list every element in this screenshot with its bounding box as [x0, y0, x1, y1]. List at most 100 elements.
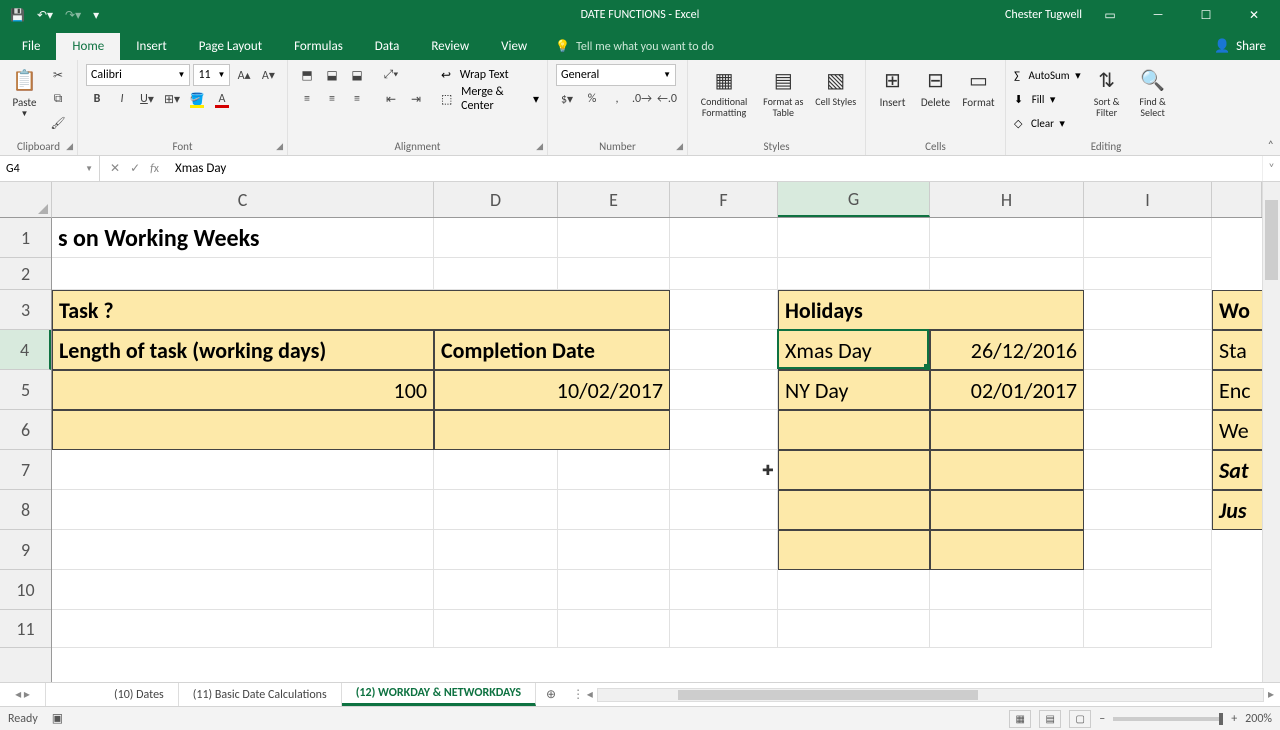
border-button[interactable]: ⊞▾ — [161, 88, 183, 110]
cell-I3[interactable] — [1084, 290, 1212, 330]
cell-F10[interactable] — [670, 570, 778, 610]
align-left-icon[interactable]: ≡ — [296, 88, 318, 110]
cell-J4[interactable]: Sta — [1212, 330, 1262, 370]
tab-data[interactable]: Data — [359, 33, 416, 60]
cell-H9[interactable] — [930, 530, 1084, 570]
cell-E11[interactable] — [558, 610, 670, 648]
row-header-1[interactable]: 1 — [0, 218, 51, 258]
horizontal-scrollbar[interactable]: ⋮ ◂ ▸ — [566, 683, 1280, 706]
merge-center-button[interactable]: ⬚ Merge & Center ▾ — [441, 88, 539, 110]
cell-C1[interactable]: s on Working Weeks — [52, 218, 558, 258]
cell-I2[interactable] — [1084, 258, 1212, 290]
cell-G3[interactable]: Holidays — [778, 290, 1084, 330]
number-launcher-icon[interactable]: ◢ — [676, 141, 683, 152]
cell-J5[interactable]: Enc — [1212, 370, 1262, 410]
col-header-E[interactable]: E — [558, 182, 670, 217]
cell-F6[interactable] — [670, 410, 778, 450]
cell-G10[interactable] — [778, 570, 930, 610]
cell-E8[interactable] — [558, 490, 670, 530]
cell-G7[interactable] — [778, 450, 930, 490]
cell-C10[interactable] — [52, 570, 434, 610]
format-cells-button[interactable]: ▭Format — [960, 64, 997, 109]
col-header-extra[interactable] — [1212, 182, 1262, 217]
cut-icon[interactable]: ✂ — [47, 64, 69, 86]
cell-D5[interactable]: 10/02/2017 — [434, 370, 670, 410]
col-header-I[interactable]: I — [1084, 182, 1212, 217]
vertical-scrollbar[interactable] — [1262, 182, 1280, 682]
cell-I1[interactable] — [1084, 218, 1212, 258]
cell-E7[interactable] — [558, 450, 670, 490]
increase-font-icon[interactable]: A▴ — [233, 64, 254, 86]
zoom-in-icon[interactable]: + — [1231, 712, 1237, 726]
conditional-formatting-button[interactable]: ▦Conditional Formatting — [696, 64, 752, 118]
cell-H4[interactable]: 26/12/2016 — [930, 330, 1084, 370]
qat-customize-icon[interactable]: ▾ — [93, 8, 99, 23]
cell-I6[interactable] — [1084, 410, 1212, 450]
sort-filter-button[interactable]: ⇅Sort & Filter — [1087, 64, 1127, 134]
cell-C2[interactable] — [52, 258, 434, 290]
cell-D8[interactable] — [434, 490, 558, 530]
align-bottom-icon[interactable]: ⬓ — [346, 64, 368, 86]
fill-color-button[interactable]: 🪣 — [186, 88, 208, 110]
alignment-launcher-icon[interactable]: ◢ — [536, 141, 543, 152]
cell-D2[interactable] — [434, 258, 558, 290]
cell-G1[interactable] — [778, 218, 930, 258]
col-header-F[interactable]: F — [670, 182, 778, 217]
zoom-level[interactable]: 200% — [1245, 712, 1272, 726]
tab-file[interactable]: File — [6, 33, 56, 60]
redo-icon[interactable]: ↷▾ — [65, 8, 81, 23]
insert-cells-button[interactable]: ⊞Insert — [874, 64, 911, 109]
align-center-icon[interactable]: ≡ — [321, 88, 343, 110]
decrease-font-icon[interactable]: A▾ — [258, 64, 279, 86]
close-icon[interactable]: ✕ — [1234, 0, 1274, 30]
row-header-7[interactable]: 7 — [0, 450, 51, 490]
collapse-ribbon-icon[interactable]: ˄ — [1268, 139, 1274, 153]
cell-I9[interactable] — [1084, 530, 1212, 570]
cell-H2[interactable] — [930, 258, 1084, 290]
row-header-3[interactable]: 3 — [0, 290, 51, 330]
underline-button[interactable]: U▾ — [136, 88, 158, 110]
share-button[interactable]: 👤 Share — [1200, 33, 1280, 60]
format-as-table-button[interactable]: ▤Format as Table — [758, 64, 808, 118]
cell-D7[interactable] — [434, 450, 558, 490]
tab-review[interactable]: Review — [415, 33, 485, 60]
row-header-4[interactable]: 4 — [0, 330, 51, 370]
cell-styles-button[interactable]: ▧Cell Styles — [814, 64, 857, 118]
cell-D9[interactable] — [434, 530, 558, 570]
cell-F3[interactable] — [670, 290, 778, 330]
cell-J6[interactable]: We — [1212, 410, 1262, 450]
cell-H6[interactable] — [930, 410, 1084, 450]
row-header-10[interactable]: 10 — [0, 570, 51, 610]
cell-D11[interactable] — [434, 610, 558, 648]
cell-I10[interactable] — [1084, 570, 1212, 610]
format-painter-icon[interactable]: 🖌 — [47, 112, 69, 134]
cancel-formula-icon[interactable]: ✕ — [110, 161, 120, 176]
undo-icon[interactable]: ↶▾ — [37, 8, 53, 23]
cell-F4[interactable] — [670, 330, 778, 370]
cell-E2[interactable] — [558, 258, 670, 290]
tab-view[interactable]: View — [485, 33, 543, 60]
cell-C11[interactable] — [52, 610, 434, 648]
hscroll-thumb[interactable] — [678, 690, 978, 700]
ribbon-options-icon[interactable]: ▭ — [1090, 0, 1130, 30]
tab-formulas[interactable]: Formulas — [278, 33, 359, 60]
autosum-button[interactable]: ∑ AutoSum ▾ — [1014, 64, 1081, 86]
clear-button[interactable]: ◇ Clear ▾ — [1014, 112, 1081, 134]
align-top-icon[interactable]: ⬒ — [296, 64, 318, 86]
fill-button[interactable]: ⬇ Fill ▾ — [1014, 88, 1081, 110]
new-sheet-icon[interactable]: ⊕ — [536, 683, 566, 706]
name-box[interactable]: G4▼ — [0, 156, 100, 181]
cell-I5[interactable] — [1084, 370, 1212, 410]
select-all-corner[interactable] — [0, 182, 52, 218]
italic-button[interactable]: I — [111, 88, 133, 110]
font-launcher-icon[interactable]: ◢ — [276, 141, 283, 152]
cell-F1[interactable] — [670, 218, 778, 258]
worksheet-grid[interactable]: CDEFGHI 1234567891011 s on Working Weeks… — [0, 182, 1280, 682]
cell-C7[interactable] — [52, 450, 434, 490]
sheet-tab-workday-networkdays[interactable]: (12) WORKDAY & NETWORKDAYS — [342, 683, 536, 706]
cell-C6[interactable] — [52, 410, 434, 450]
view-layout-icon[interactable]: ▤ — [1039, 710, 1061, 728]
cell-C5[interactable]: 100 — [52, 370, 434, 410]
bold-button[interactable]: B — [86, 88, 108, 110]
col-header-H[interactable]: H — [930, 182, 1084, 217]
